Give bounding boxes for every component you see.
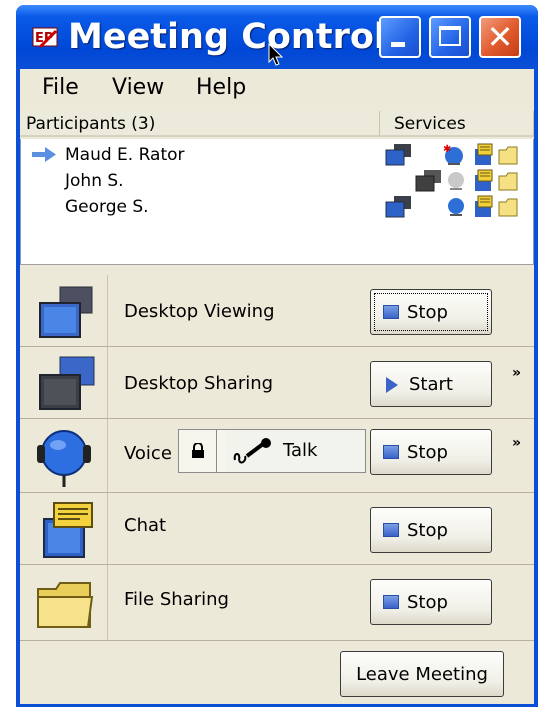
stop-icon [383,445,399,459]
voice-controls: Talk [178,429,366,473]
maximize-icon [439,26,461,46]
folder-icon [37,582,94,628]
file-service-icon [498,198,518,217]
voice-panel: Voice Talk Stop » [20,419,534,493]
participant-name: John S. [65,171,124,191]
voice-service-icon [448,198,464,216]
headset-icon [37,430,91,487]
leave-meeting-button[interactable]: Leave Meeting [340,651,504,697]
participant-row[interactable]: John S. [21,169,533,195]
voice-service-icon [448,172,464,190]
voice-expand-icon[interactable]: » [512,435,521,451]
monitor-icon [39,286,93,338]
minimize-icon [391,42,405,47]
maximize-button[interactable] [429,16,471,58]
talk-button[interactable]: Talk [225,430,365,472]
monitor-icon [39,356,95,410]
desktop-viewing-icon-cell [20,275,108,346]
participants-header: Participants (3) Services [20,111,534,139]
participant-name: George S. [65,197,149,217]
chat-stop-button[interactable]: Stop [370,507,492,553]
stop-icon [383,305,399,319]
talk-label: Talk [283,440,318,461]
services-column-header[interactable]: Services [380,111,534,137]
presenter-arrow-icon [32,147,56,162]
mouse-cursor-icon [268,43,284,66]
close-button[interactable]: ✕ [479,16,521,58]
app-icon: EP [32,27,58,49]
desktop-service-icon [385,144,411,166]
leave-meeting-label: Leave Meeting [356,664,488,685]
stop-icon [383,595,399,609]
desktop-sharing-label: Desktop Sharing [124,373,274,394]
file-service-icon [498,172,518,191]
play-icon [386,377,398,393]
chat-icon-cell [20,493,108,564]
stop-label: Stop [407,442,448,463]
chat-label: Chat [124,515,167,536]
desktop-sharing-expand-icon[interactable]: » [512,365,521,381]
start-label: Start [409,374,453,395]
participants-list[interactable]: Maud E. Rator ✱ John S. George S. [20,139,534,265]
minimize-button[interactable] [379,16,421,58]
voice-service-icon: ✱ [443,144,463,165]
voice-label: Voice [124,443,172,464]
desktop-viewing-panel: Desktop Viewing Stop [20,275,534,347]
file-service-icon [498,146,518,165]
participant-row[interactable]: Maud E. Rator ✱ [21,143,533,169]
participant-row[interactable]: George S. [21,195,533,221]
title-bar[interactable]: EP Meeting Control ✕ [16,5,538,69]
stop-label: Stop [407,520,448,541]
meeting-control-window: EP Meeting Control ✕ File View Help Part… [16,5,538,707]
desktop-service-icon [385,196,411,218]
voice-stop-button[interactable]: Stop [370,429,492,475]
close-icon: ✕ [486,18,514,56]
client-area: File View Help Participants (3) Services… [20,69,534,704]
stop-icon [383,523,399,537]
menu-help[interactable]: Help [196,75,246,100]
desktop-sharing-icon-cell [20,347,108,418]
menu-view[interactable]: View [112,75,164,100]
lock-toggle[interactable] [179,430,217,472]
desktop-viewing-stop-button[interactable]: Stop [370,289,492,335]
voice-icon-cell [20,419,108,492]
chat-service-icon [475,169,493,191]
chat-panel: Chat Stop [20,493,534,565]
chat-service-icon [475,143,493,165]
file-sharing-icon-cell [20,565,108,640]
stop-label: Stop [407,302,448,323]
desktop-viewing-label: Desktop Viewing [124,301,275,322]
chat-service-icon [475,195,493,217]
menu-bar: File View Help [20,69,534,109]
file-sharing-stop-button[interactable]: Stop [370,579,492,625]
menu-file[interactable]: File [42,75,79,100]
chat-icon [43,502,93,558]
participant-name: Maud E. Rator [65,145,185,165]
desktop-sharing-panel: Desktop Sharing Start » [20,347,534,419]
file-sharing-label: File Sharing [124,589,229,610]
desktop-service-icon [415,170,441,192]
svg-text:✱: ✱ [443,144,451,155]
microphone-icon [233,438,271,464]
file-sharing-panel: File Sharing Stop [20,565,534,641]
desktop-sharing-start-button[interactable]: Start [370,361,492,407]
participants-column-header[interactable]: Participants (3) [20,111,380,137]
window-title: Meeting Control [68,17,386,57]
lock-icon [192,443,204,458]
stop-label: Stop [407,592,448,613]
